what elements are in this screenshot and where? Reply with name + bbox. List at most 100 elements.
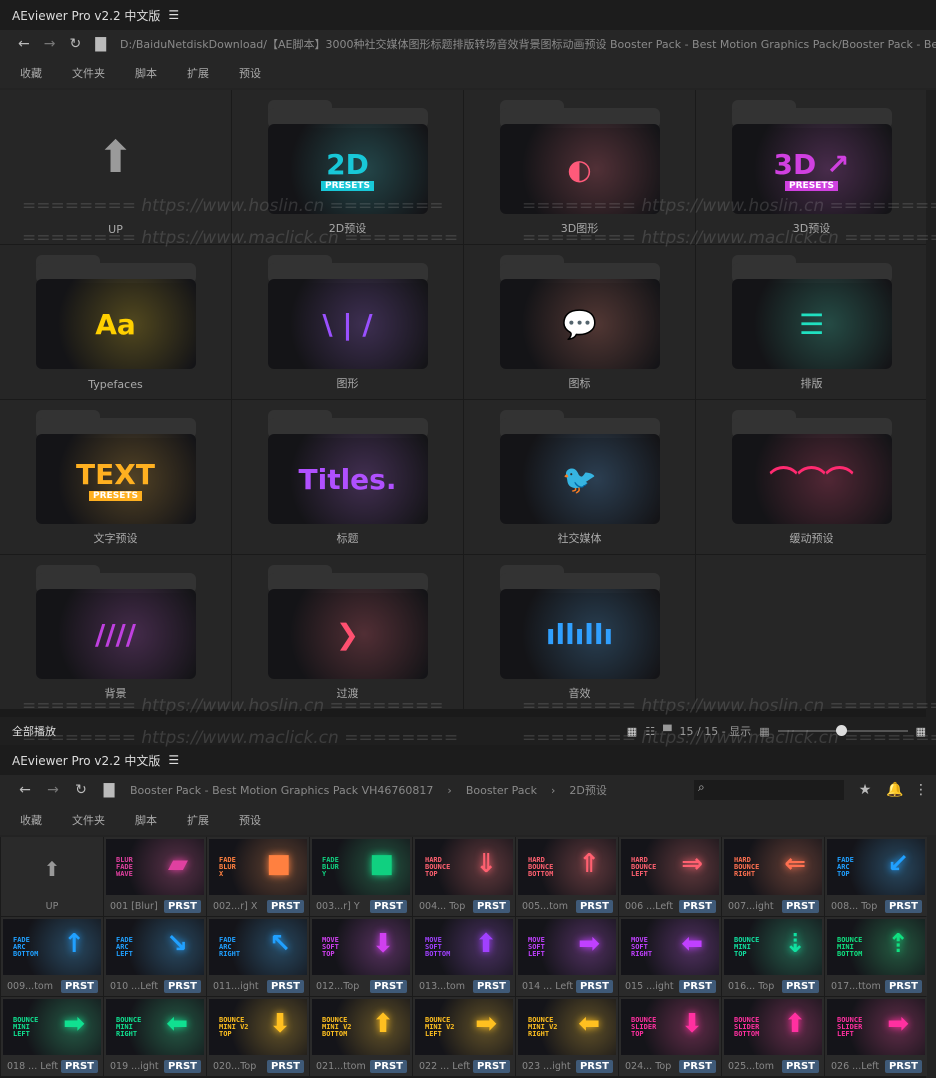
breadcrumb-2[interactable]: 2D预设	[569, 782, 606, 798]
preset-item[interactable]: BOUNCE MINI LEFT ➡ 018 ... Left PRST	[1, 997, 103, 1076]
arrow-icon: ➡	[475, 1009, 497, 1039]
preset-item[interactable]: FADE ARC BOTTOM ↑ 009...tom PRST	[1, 917, 103, 996]
preset-item[interactable]: MOVE SOFT LEFT ➡ 014 ... Left PRST	[516, 917, 618, 996]
preset-thumbnail: FADE ARC TOP ↙	[827, 839, 925, 895]
search-input[interactable]: ⌕	[694, 780, 844, 800]
folder-item[interactable]: 💬 图标	[464, 245, 695, 399]
folder-icon[interactable]: ▇	[95, 36, 106, 52]
folder-item[interactable]: ıllıllı 音效	[464, 555, 695, 709]
folder-item[interactable]: ☰ 排版	[696, 245, 927, 399]
preset-title-line: LEFT	[528, 950, 545, 958]
preset-title-line: TOP	[734, 950, 747, 958]
preset-item[interactable]: MOVE SOFT RIGHT ⬅ 015 ...ight PRST	[619, 917, 721, 996]
slider-knob[interactable]	[836, 725, 848, 736]
path-text[interactable]: D:/BaiduNetdiskDownload/【AE脚本】3000种社交媒体图…	[120, 36, 936, 52]
hamburger-menu-icon[interactable]: ☰	[168, 753, 179, 767]
preview-view-icon[interactable]: ▀	[663, 725, 671, 738]
folder-item[interactable]: ⬆ UP	[0, 90, 231, 244]
breadcrumb-1[interactable]: Booster Pack	[466, 784, 537, 797]
grid-view-icon[interactable]: ▦	[627, 725, 637, 738]
search-icon: ⌕	[698, 780, 705, 794]
preset-item[interactable]: HARD BOUNCE BOTTOM ⇑ 005...tom PRST	[516, 837, 618, 916]
preset-caption: 004... Top	[419, 901, 466, 912]
folder-item[interactable]: 3D ↗ PRESETS 3D预设	[696, 90, 927, 244]
large-thumbs-icon[interactable]: ▦	[916, 725, 926, 738]
menu-item[interactable]: 扩展	[187, 812, 209, 828]
menu-item[interactable]: 收藏	[20, 65, 42, 81]
breadcrumb-0[interactable]: Booster Pack - Best Motion Graphics Pack…	[130, 784, 433, 797]
folder-art: Aa	[35, 279, 196, 369]
folder-item[interactable]: ◐ 3D图形	[464, 90, 695, 244]
folder-item[interactable]: //// 背景	[0, 555, 231, 709]
arrow-icon: ➡	[578, 929, 600, 959]
preset-item[interactable]: BOUNCE MINI V2 BOTTOM ⬆ 021...ttom PRST	[310, 997, 412, 1076]
preset-item[interactable]: BOUNCE SLIDER LEFT ➡ 026 ...Left PRST	[825, 997, 927, 1076]
folder-item[interactable]: 🐦 社交媒体	[464, 400, 695, 554]
menu-item[interactable]: 文件夹	[72, 812, 105, 828]
star-icon[interactable]: ★	[858, 782, 872, 798]
preset-title: BOUNCE MINI TOP	[734, 937, 759, 958]
preset-item[interactable]: MOVE SOFT TOP ⬇ 012...Top PRST	[310, 917, 412, 996]
refresh-icon[interactable]: ↻	[74, 782, 88, 798]
thumbnail-size-slider[interactable]	[777, 725, 908, 736]
menu-item[interactable]: 脚本	[135, 812, 157, 828]
forward-icon[interactable]: →	[46, 782, 60, 798]
menu-item[interactable]: 扩展	[187, 65, 209, 81]
up-item[interactable]: ⬆ UP	[1, 837, 103, 916]
preset-thumbnail: MOVE SOFT LEFT ➡	[518, 919, 616, 975]
preset-item[interactable]: FADE BLUR X ■ 002...r] X PRST	[207, 837, 309, 916]
folder-item[interactable]: ⌒⌒⌒ 缓动预设	[696, 400, 927, 554]
preset-item[interactable]: BOUNCE MINI V2 LEFT ➡ 022 ... Left PRST	[413, 997, 515, 1076]
preset-item[interactable]: BOUNCE SLIDER BOTTOM ⬆ 025...tom PRST	[722, 997, 824, 1076]
preset-item[interactable]: BLUR FADE WAVE ▰ 001 [Blur] PRST	[104, 837, 206, 916]
back-icon[interactable]: ←	[18, 36, 30, 52]
folder-item[interactable]: Aa Typefaces	[0, 245, 231, 399]
preset-item[interactable]: HARD BOUNCE TOP ⇓ 004... Top PRST	[413, 837, 515, 916]
play-all-button[interactable]: 全部播放	[0, 723, 56, 739]
folder-label: 文字预设	[93, 532, 138, 545]
preset-item[interactable]: BOUNCE MINI V2 TOP ⬇ 020...Top PRST	[207, 997, 309, 1076]
preset-title: BOUNCE MINI V2 BOTTOM	[322, 1017, 352, 1038]
menu-item[interactable]: 预设	[239, 812, 261, 828]
preset-item[interactable]: BOUNCE MINI V2 RIGHT ⬅ 023 ...ight PRST	[516, 997, 618, 1076]
hamburger-menu-icon[interactable]: ☰	[168, 8, 179, 22]
arrow-icon: ↙	[887, 849, 909, 879]
folder-item[interactable]: 2D PRESETS 2D预设	[232, 90, 463, 244]
scrollbar[interactable]	[926, 90, 936, 717]
folder-icon[interactable]: ▇	[102, 782, 116, 798]
menu-item[interactable]: 预设	[239, 65, 261, 81]
arrow-icon: ➡	[887, 1009, 909, 1039]
preset-item[interactable]: BOUNCE MINI RIGHT ⬅ 019 ...ight PRST	[104, 997, 206, 1076]
more-icon[interactable]: ⋮	[914, 782, 928, 798]
preset-item[interactable]: FADE ARC RIGHT ↖ 011...ight PRST	[207, 917, 309, 996]
folder-item[interactable]: \ | / 图形	[232, 245, 463, 399]
small-thumbs-icon[interactable]: ▦	[759, 725, 769, 738]
refresh-icon[interactable]: ↻	[69, 36, 81, 52]
menu-item[interactable]: 脚本	[135, 65, 157, 81]
folder-item[interactable]: ❯ 过渡	[232, 555, 463, 709]
up-arrow-icon: ⬆	[97, 132, 134, 183]
bell-icon[interactable]: 🔔	[886, 782, 903, 798]
list-view-icon[interactable]: ☷	[645, 725, 655, 738]
app-title: AEviewer Pro v2.2 中文版	[12, 753, 161, 768]
preset-item[interactable]: HARD BOUNCE LEFT ⇒ 006 ...Left PRST	[619, 837, 721, 916]
forward-icon[interactable]: →	[44, 36, 56, 52]
preset-item[interactable]: FADE ARC LEFT ↘ 010 ...Left PRST	[104, 917, 206, 996]
folder-item[interactable]: TEXT PRESETS 文字预设	[0, 400, 231, 554]
app-title: AEviewer Pro v2.2 中文版	[12, 8, 161, 23]
preset-item[interactable]: FADE ARC TOP ↙ 008... Top PRST	[825, 837, 927, 916]
back-icon[interactable]: ←	[18, 782, 32, 798]
preset-item[interactable]: BOUNCE MINI TOP ⇣ 016... Top PRST	[722, 917, 824, 996]
preset-caption: 026 ...Left	[831, 1061, 880, 1072]
menu-item[interactable]: 收藏	[20, 812, 42, 828]
preset-thumbnail: BOUNCE SLIDER TOP ⬇	[621, 999, 719, 1055]
preset-title: BOUNCE MINI RIGHT	[116, 1017, 141, 1038]
folder-item[interactable]: Titles. 标题	[232, 400, 463, 554]
preset-item[interactable]: BOUNCE MINI BOTTOM ⇡ 017...ttom PRST	[825, 917, 927, 996]
preset-item[interactable]: BOUNCE SLIDER TOP ⬇ 024... Top PRST	[619, 997, 721, 1076]
preset-caption: 003...r] Y	[316, 901, 360, 912]
preset-item[interactable]: FADE BLUR Y ■ 003...r] Y PRST	[310, 837, 412, 916]
preset-item[interactable]: MOVE SOFT BOTTOM ⬆ 013...tom PRST	[413, 917, 515, 996]
menu-item[interactable]: 文件夹	[72, 65, 105, 81]
preset-item[interactable]: HARD BOUNCE RIGHT ⇐ 007...ight PRST	[722, 837, 824, 916]
